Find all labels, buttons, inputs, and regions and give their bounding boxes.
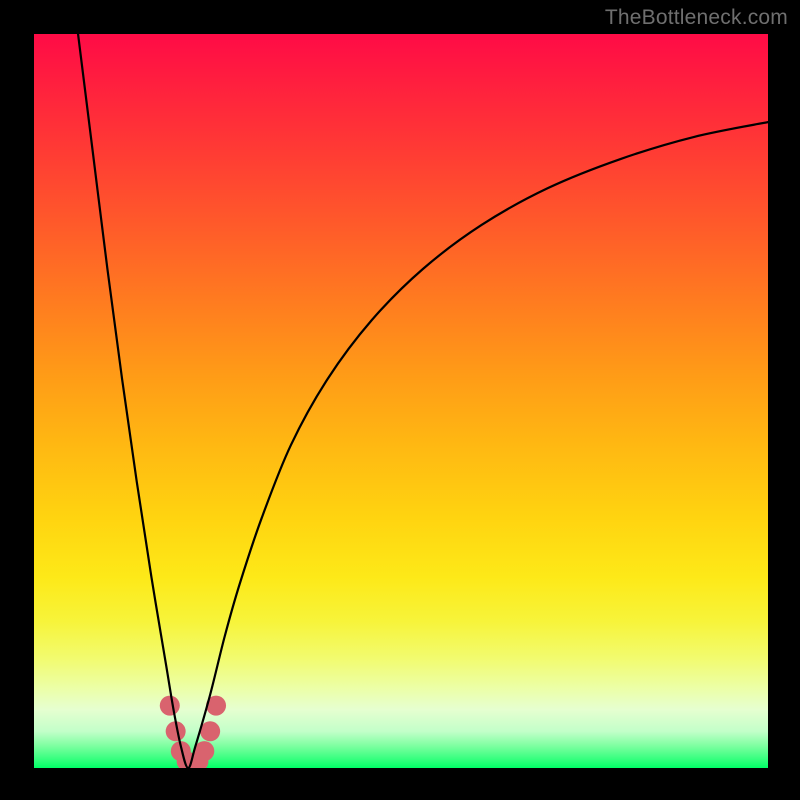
- highlight-marker: [194, 741, 214, 761]
- plot-area: [34, 34, 768, 768]
- chart-svg: [34, 34, 768, 768]
- highlight-marker: [200, 721, 220, 741]
- watermark-text: TheBottleneck.com: [605, 6, 788, 30]
- chart-stage: TheBottleneck.com: [0, 0, 800, 800]
- bottleneck-curve: [78, 34, 768, 768]
- highlight-marker: [160, 696, 180, 716]
